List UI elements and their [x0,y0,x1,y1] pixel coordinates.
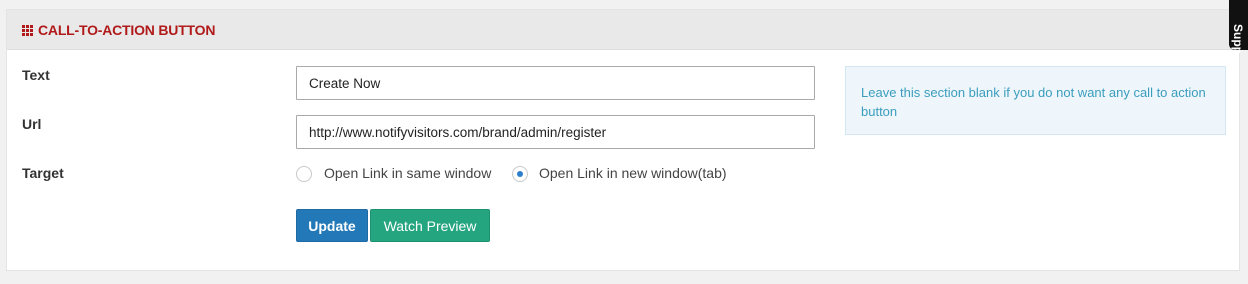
panel-header: CALL-TO-ACTION BUTTON [7,10,1239,50]
text-label: Text [22,67,50,83]
grid-icon [22,25,33,36]
url-label: Url [22,116,42,132]
radio-new-window[interactable] [512,166,528,182]
radio-same-window-label[interactable]: Open Link in same window [324,165,491,181]
radio-new-window-label[interactable]: Open Link in new window(tab) [539,165,727,181]
text-input[interactable] [296,66,815,100]
watch-preview-button[interactable]: Watch Preview [370,209,490,242]
cta-panel: CALL-TO-ACTION BUTTON Text Url Target Op… [6,9,1240,271]
url-input[interactable] [296,115,815,149]
radio-same-window[interactable] [296,166,312,182]
panel-title: CALL-TO-ACTION BUTTON [38,22,216,38]
target-label: Target [22,165,64,181]
update-button[interactable]: Update [296,209,368,242]
info-note: Leave this section blank if you do not w… [845,66,1226,135]
support-tab-label[interactable]: Supp [1231,24,1245,54]
